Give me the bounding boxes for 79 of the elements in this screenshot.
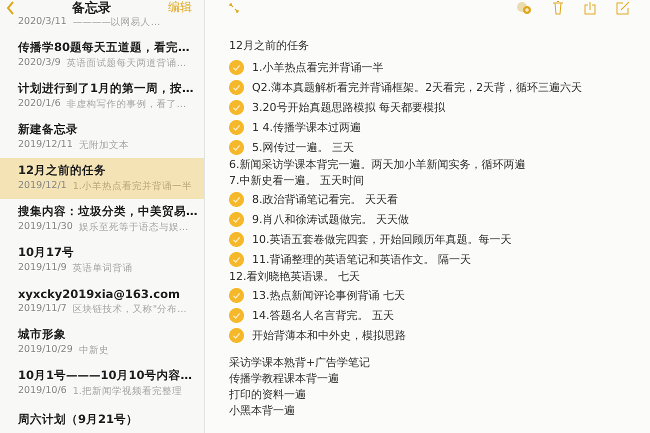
note-line: 打印的资料一遍 [229,387,307,403]
note-title: 计划进行到了1月的第一周，按… [18,81,195,96]
checklist-text: 14.答题名人名言背完。 五天 [252,308,394,322]
checkbox[interactable] [229,140,244,154]
note-line: 小黑本背一遍 [229,403,296,419]
note-item[interactable]: 10月1号———10月10号内容… 2019/10/6 1.把新闻学视频看完整理 [0,363,204,404]
checklist-text: 5.网传过一遍。 三天 [252,140,354,154]
checklist-text: 3.20号开始真题思路模拟 每天都要模拟 [252,100,445,114]
note-date: 2020/3/9 [18,57,61,70]
expand-icon[interactable] [229,3,239,13]
checklist-text: 13.热点新闻评论事例背诵 七天 [252,288,405,302]
checklist-text: Q2.薄本真题解析看完并背诵框架。2天看完，2天背，循环三遍六天 [252,80,582,94]
note-preview: 非虚构写作的事例，看了… [66,98,186,111]
note-heading: 12月之前的任务 [229,38,310,54]
note-item[interactable]: 传播学80题每天五道题，看完… 2020/3/9 英语面试题每天两道背诵… [0,35,204,76]
note-title: 10月1号———10月10号内容… [18,368,194,383]
note-preview: 中新史 [78,344,109,357]
note-line: 6.新闻采访学课本背完一遍。两天加小羊新闻实务，循环两遍 [229,157,526,173]
checkbox[interactable] [229,212,244,226]
note-item[interactable]: 新建备忘录 2019/12/11 无附加文本 [0,117,204,158]
note-line: 采访学课本熟背+广告学笔记 [229,355,372,371]
checkbox[interactable] [229,80,244,94]
checklist-text: 11.背诵整理的英语笔记和英语作文。 隔一天 [252,252,471,266]
note-item[interactable]: 10月17号 2019/11/9 英语单词背诵 [0,240,204,281]
notes-title: 备忘录 [72,0,111,16]
share-icon[interactable] [584,1,596,15]
note-date: 2020/3/11 [18,16,67,28]
checklist-text: 开始背薄本和中外史，模拟思路 [252,328,406,342]
note-preview: 英语面试题每天两道背诵… [66,57,186,70]
checkbox[interactable] [229,192,244,206]
note-item[interactable]: 搜集内容：垃圾分类，中美贸易… 2019/11/30 娱乐至死等于语态与娱… [0,199,204,240]
checkbox[interactable] [229,60,244,74]
note-preview: 英语单词背诵 [72,262,133,275]
checkbox[interactable] [229,308,244,322]
note-preview: 娱乐至死等于语态与娱… [78,221,188,234]
note-date: 2019/11/30 [18,221,73,234]
checklist-text: 8.政治背诵笔记看完。 天天看 [252,192,398,206]
note-date: 2019/10/29 [18,344,73,357]
note-date: 2019/11/7 [18,302,67,316]
checkbox[interactable] [229,100,244,114]
checkbox[interactable] [229,328,244,342]
note-preview: 1.把新闻学视频看完整理 [72,385,182,398]
note-line: 12.看刘晓艳英语课。 七天 [229,269,361,285]
checkbox[interactable] [229,252,244,266]
note-date: 2020/1/6 [18,98,61,111]
note-item[interactable]: 周六计划（9月21号） [0,404,204,433]
note-item[interactable]: 12月之前的任务 2019/12/1 1.小羊热点看完并背诵一半 [0,158,204,199]
note-title: 周六计划（9月21号） [18,412,140,426]
note-line: 7.中新史看一遍。 五天时间 [229,173,365,189]
note-title: 搜集内容：垃圾分类，中美贸易… [18,204,198,219]
compose-icon[interactable] [616,1,630,15]
checklist-text: 9.肖八和徐涛试题做完。 天天做 [252,212,409,226]
note-item[interactable]: 计划进行到了1月的第一周，按… 2020/1/6 非虚构写作的事例，看了… [0,76,204,117]
note-title: 传播学80题每天五道题，看完… [18,40,191,55]
checklist-text: 10.英语五套卷做完四套，开始回顾历年真题。每一天 [252,232,512,246]
note-preview: 无附加文本 [78,139,129,152]
note-date: 2019/12/11 [18,139,73,152]
note-preview: 1.小羊热点看完并背诵一半 [72,180,192,193]
note-title: xyxcky2019xia@163.com [18,286,181,300]
note-title: 12月之前的任务 [18,163,108,178]
note-title: 10月17号 [18,245,76,260]
note-preview: 区块链技术，又称"分布… [72,302,187,316]
checkbox[interactable] [229,232,244,246]
back-icon[interactable] [6,0,15,14]
note-date: 2019/11/9 [18,262,67,275]
note-preview: ————以网易人… [72,16,160,28]
note-item[interactable]: xyxcky2019xia@163.com 2019/11/7 区块链技术，又称"分布… [0,281,204,322]
checkbox[interactable] [229,120,244,134]
checklist-text: 1.小羊热点看完并背诵一半 [252,60,384,74]
note-title: 城市形象 [18,327,67,342]
checklist-text: 1 4.传播学课本过两遍 [252,120,361,134]
add-person-icon[interactable] [516,1,532,15]
checkbox[interactable] [229,288,244,302]
note-date: 2019/10/6 [18,385,67,398]
note-item[interactable]: 城市形象 2019/10/29 中新史 [0,322,204,363]
note-title: 新建备忘录 [18,122,79,137]
note-date: 2019/12/1 [18,180,67,193]
note-line: 传播学教程课本背一遍 [229,371,340,387]
trash-icon[interactable] [552,1,564,15]
